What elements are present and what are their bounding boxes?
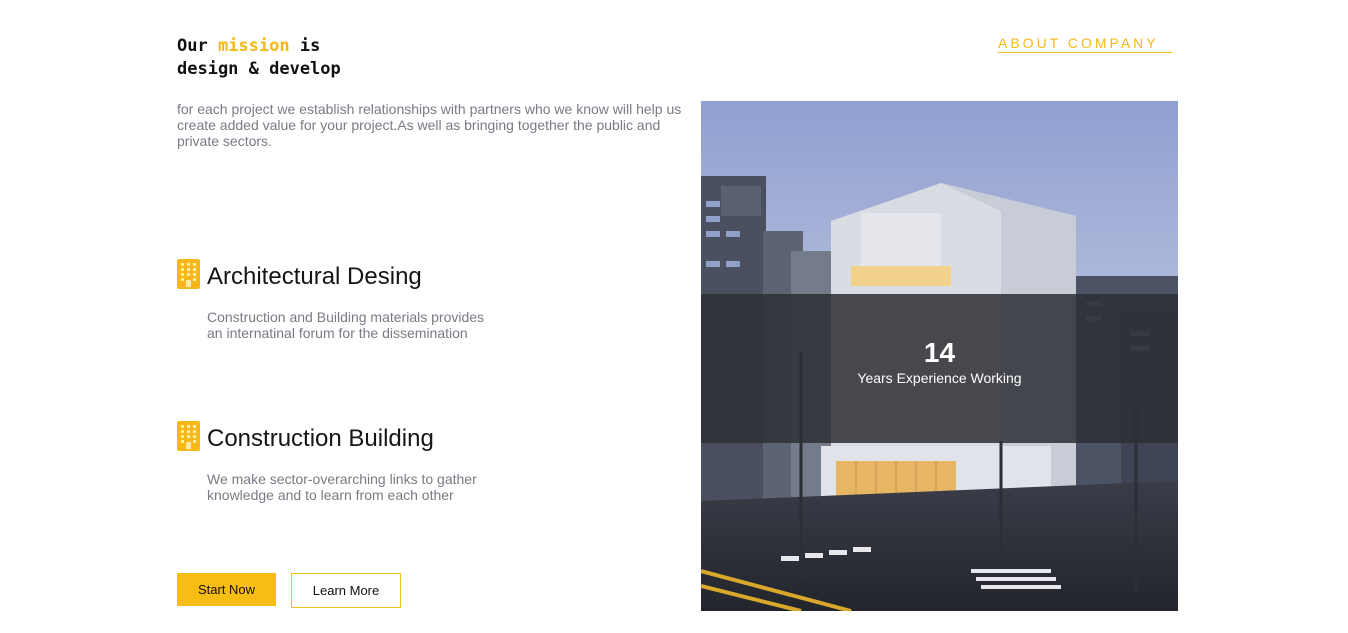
feature-description-line: an internatinal forum for the disseminat…: [207, 325, 468, 341]
experience-years-number: 14: [923, 337, 956, 368]
feature-title: Architectural Desing: [207, 263, 422, 290]
experience-stat-overlay: 14 Years Experience Working: [701, 294, 1178, 443]
building-icon: [177, 259, 200, 289]
feature-description-line: We make sector-overarching links to gath…: [207, 471, 477, 487]
feature-description: Construction and Building materials prov…: [207, 309, 537, 341]
heading-line2: design & develop: [177, 59, 341, 79]
experience-years-label: Years Experience Working: [857, 370, 1022, 386]
feature-description-line: knowledge and to learn from each other: [207, 487, 454, 503]
feature-description-line: Construction and Building materials prov…: [207, 309, 485, 325]
heading-line1-post: is: [289, 36, 321, 56]
building-icon: [177, 421, 200, 451]
section-heading: Our mission is design & develop: [177, 35, 341, 81]
intro-paragraph: for each project we establish relationsh…: [177, 101, 682, 149]
learn-more-button[interactable]: Learn More: [291, 573, 401, 608]
start-now-button[interactable]: Start Now: [177, 573, 276, 606]
building-photo: 14 Years Experience Working: [701, 101, 1178, 611]
feature-description: We make sector-overarching links to gath…: [207, 471, 537, 503]
heading-line1-pre: Our: [177, 36, 218, 56]
feature-title: Construction Building: [207, 425, 434, 452]
about-company-link[interactable]: ABOUT COMPANY: [998, 35, 1172, 53]
heading-accent-word: mission: [217, 36, 290, 56]
